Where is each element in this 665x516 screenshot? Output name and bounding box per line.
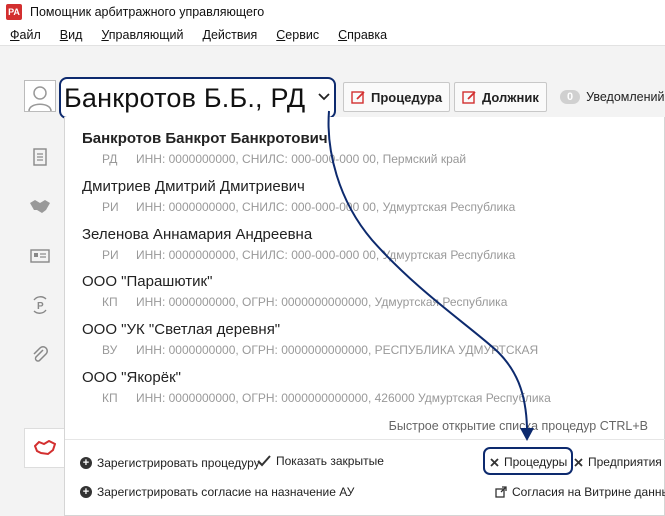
plus-circle-icon: + <box>80 486 92 498</box>
menu-view[interactable]: Вид <box>60 28 83 42</box>
show-closed-button[interactable]: Показать закрытые <box>257 454 384 468</box>
debtor-dropdown: Банкротов Банкрот Банкротович РД ИНН: 000… <box>64 117 665 516</box>
checkmark-icon <box>257 455 271 467</box>
app-icon: PA <box>6 4 22 20</box>
list-item[interactable]: ООО "Парашютик" КП ИНН: 0000000000, ОГРН:… <box>82 273 652 309</box>
list-item[interactable]: Дмитриев Дмитрий Дмитриевич РИ ИНН: 00000… <box>82 178 652 214</box>
avatar[interactable] <box>24 80 56 112</box>
document-icon[interactable] <box>26 143 54 171</box>
quick-open-hint: Быстрое открытие списка процедур CTRL+B <box>388 419 648 433</box>
register-consent-button[interactable]: + Зарегистрировать согласие на назначени… <box>80 485 354 499</box>
menu-actions[interactable]: Действия <box>202 28 257 42</box>
list-item[interactable]: ООО "Якорёк" КП ИНН: 0000000000, ОГРН: 00… <box>82 369 652 405</box>
svg-text:P: P <box>37 301 44 312</box>
notifications-label: Уведомлений <box>586 90 665 104</box>
list-item[interactable]: ООО "УК "Светлая деревня" ВУ ИНН: 0000000… <box>82 321 652 357</box>
edit-icon <box>351 90 365 104</box>
notifications[interactable]: 0 Уведомлений <box>560 88 665 106</box>
paperclip-icon[interactable] <box>26 341 54 369</box>
id-card-icon[interactable] <box>26 242 54 270</box>
list-item[interactable]: Зеленова Аннамария Андреевна РИ ИНН: 0000… <box>82 226 652 262</box>
notifications-count-badge: 0 <box>560 90 581 104</box>
menu-file[interactable]: Файл <box>10 28 41 42</box>
title-bar: PA Помощник арбитражного управляющего <box>0 0 665 24</box>
close-x-icon <box>574 457 583 467</box>
enterprises-filter-button[interactable]: Предприятия <box>574 455 662 469</box>
menu-service[interactable]: Сервис <box>276 28 319 42</box>
divider <box>65 439 665 440</box>
edit-icon <box>462 90 476 104</box>
procedure-button[interactable]: Процедура <box>343 82 451 112</box>
debtor-selector[interactable]: Банкротов Б.Б., РД <box>59 77 336 119</box>
external-link-icon <box>495 486 507 498</box>
window-title: Помощник арбитражного управляющего <box>30 5 265 19</box>
showcase-consents-link[interactable]: Согласия на Витрине данных <box>495 485 665 499</box>
list-item[interactable]: Банкротов Банкрот Банкротович РД ИНН: 000… <box>82 130 652 166</box>
debtor-selector-value: Банкротов Б.Б., РД <box>64 82 306 113</box>
debtor-list: Банкротов Банкрот Банкротович РД ИНН: 000… <box>65 117 665 410</box>
ruble-refresh-icon[interactable]: P <box>26 291 54 319</box>
user-silhouette-icon <box>28 86 52 111</box>
menu-bar: Файл Вид Управляющий Действия Сервис Спр… <box>0 24 665 46</box>
menu-manager[interactable]: Управляющий <box>101 28 183 42</box>
bankruptcy-map-icon[interactable] <box>24 428 64 468</box>
left-sidebar: P <box>0 46 64 516</box>
chevron-down-icon <box>318 93 330 101</box>
handshake-icon[interactable] <box>26 192 54 220</box>
register-procedure-button[interactable]: + Зарегистрировать процедуру <box>80 456 260 470</box>
debtor-button[interactable]: Должник <box>454 82 547 112</box>
menu-help[interactable]: Справка <box>338 28 387 42</box>
plus-circle-icon: + <box>80 457 92 469</box>
procedures-highlight <box>483 447 573 475</box>
